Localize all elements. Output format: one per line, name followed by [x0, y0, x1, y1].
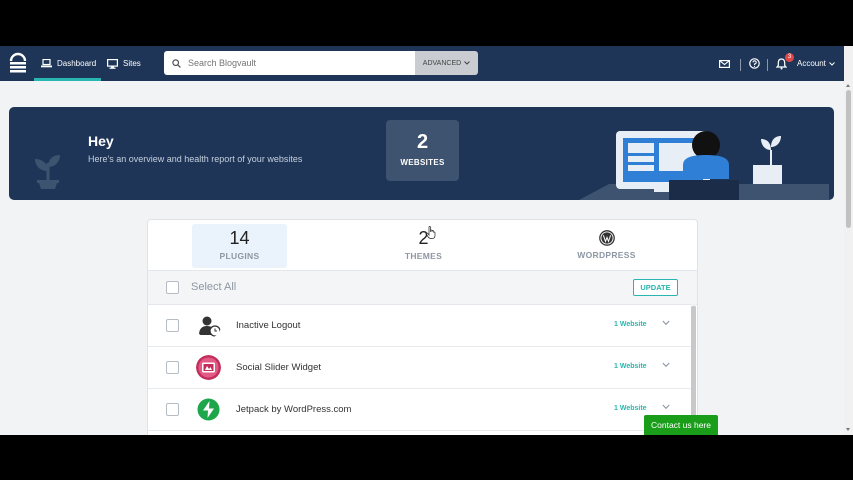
advanced-label: ADVANCED: [422, 59, 462, 67]
plugin-name: Inactive Logout: [236, 320, 301, 331]
page-scrollbar[interactable]: [844, 46, 853, 435]
top-navbar: Dashboard Sites ADVANCED: [0, 46, 853, 81]
scroll-up-arrow-icon[interactable]: [846, 84, 850, 87]
tab-themes[interactable]: 2 THEMES: [376, 224, 471, 268]
search-icon: [172, 58, 181, 68]
table-row[interactable]: Inactive Logout 1 Website: [148, 305, 691, 347]
monitor-icon: [107, 58, 118, 69]
websites-count-card[interactable]: 2 WEBSITES: [386, 120, 459, 181]
help-icon[interactable]: [749, 46, 760, 81]
jetpack-icon: [197, 398, 220, 421]
mail-icon[interactable]: [719, 46, 730, 81]
social-slider-icon: [196, 355, 221, 380]
row-checkbox[interactable]: [166, 361, 179, 374]
scroll-down-arrow-icon[interactable]: [846, 428, 850, 431]
chevron-down-icon: [464, 61, 471, 65]
wordpress-label: WORDPRESS: [577, 250, 636, 260]
nav-sites-label: Sites: [123, 59, 141, 68]
table-row[interactable]: Social Slider Widget 1 Website: [148, 347, 691, 389]
greeting: Hey: [88, 133, 114, 149]
account-menu[interactable]: Account: [797, 46, 835, 81]
websites-label: WEBSITES: [400, 158, 445, 167]
plugin-website-count[interactable]: 1 Website: [614, 363, 647, 370]
chevron-down-icon[interactable]: [662, 362, 670, 368]
banner-subtitle: Here's an overview and health report of …: [88, 154, 303, 164]
plugins-card: 14 PLUGINS 2 THEMES WORDPRESS Select All…: [147, 219, 698, 435]
nav-separator: [740, 59, 741, 71]
advanced-search-button[interactable]: ADVANCED: [415, 51, 478, 75]
active-nav-underline: [34, 78, 101, 81]
select-all-checkbox[interactable]: [166, 281, 179, 294]
row-checkbox[interactable]: [166, 319, 179, 332]
hand-cursor-icon: [426, 226, 436, 239]
overview-banner: Hey Here's an overview and health report…: [9, 107, 834, 200]
tab-plugins[interactable]: 14 PLUGINS: [192, 224, 287, 268]
notification-badge: 3: [785, 53, 794, 62]
search-input[interactable]: [186, 57, 410, 69]
nav-dashboard[interactable]: Dashboard: [41, 46, 96, 81]
chevron-down-icon[interactable]: [662, 320, 670, 326]
chevron-down-icon[interactable]: [662, 404, 670, 410]
plugin-name: Jetpack by WordPress.com: [236, 404, 352, 415]
plant-icon: [35, 155, 60, 189]
themes-count: 2: [418, 228, 429, 248]
workspace-illustration: [579, 131, 829, 200]
plugin-name: Social Slider Widget: [236, 362, 322, 373]
chevron-down-icon: [829, 61, 835, 66]
tab-wordpress[interactable]: WORDPRESS: [559, 224, 654, 268]
nav-sites[interactable]: Sites: [107, 46, 141, 81]
plugins-label: PLUGINS: [219, 251, 260, 261]
plugins-count: 14: [229, 228, 250, 248]
contact-us-button[interactable]: Contact us here: [644, 415, 718, 435]
page-scrollbar-thumb[interactable]: [846, 90, 851, 228]
plugin-website-count[interactable]: 1 Website: [614, 321, 647, 328]
nav-dashboard-label: Dashboard: [57, 59, 97, 68]
bell-icon[interactable]: [776, 46, 787, 81]
select-all-row: Select All UPDATE: [148, 270, 697, 305]
search-bar[interactable]: [164, 51, 415, 75]
wordpress-icon: [559, 230, 654, 248]
blogvault-logo-icon[interactable]: [9, 52, 27, 74]
account-label: Account: [797, 59, 826, 68]
row-checkbox[interactable]: [166, 403, 179, 416]
nav-separator: [767, 59, 768, 71]
select-all-label: Select All: [191, 281, 237, 293]
inactive-logout-icon: [196, 313, 221, 338]
websites-count: 2: [416, 131, 429, 153]
laptop-icon: [41, 59, 52, 68]
table-row[interactable]: Jetpack by WordPress.com 1 Website: [148, 389, 691, 431]
plugin-website-count[interactable]: 1 Website: [614, 405, 647, 412]
update-button[interactable]: UPDATE: [633, 279, 678, 296]
themes-label: THEMES: [404, 251, 443, 261]
app-screen: Dashboard Sites ADVANCED: [0, 46, 853, 435]
